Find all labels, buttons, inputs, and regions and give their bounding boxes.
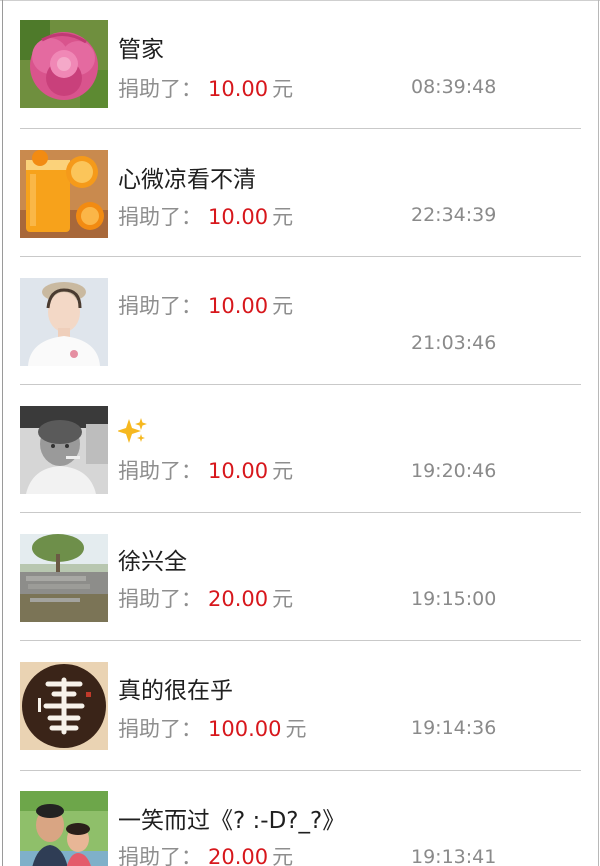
donation-item[interactable]: 心微凉看不清 捐助了： 10.00 元 22:34:39 bbox=[0, 130, 600, 258]
avatar-woman[interactable] bbox=[20, 278, 108, 366]
currency-unit: 元 bbox=[272, 587, 294, 611]
divider bbox=[20, 770, 581, 771]
donation-line: 捐助了： 10.00 元 bbox=[118, 73, 293, 103]
donation-label: 捐助了： bbox=[118, 845, 202, 866]
donation-item[interactable]: 捐助了： 10.00 元 19:20:46 bbox=[0, 386, 600, 514]
donation-line: 捐助了： 10.00 元 bbox=[118, 201, 293, 231]
avatar-orange-juice[interactable] bbox=[20, 150, 108, 238]
donation-line: 捐助了： 100.00 元 bbox=[118, 713, 306, 743]
donation-list-page: 管家 捐助了： 10.00 元 08:39:48 心微凉看不清 捐助了： 10.… bbox=[0, 0, 600, 866]
donor-name: 真的很在乎 bbox=[118, 678, 233, 704]
donation-amount: 100.00 bbox=[208, 717, 282, 741]
avatar-calligraphy[interactable] bbox=[20, 662, 108, 750]
avatar-bw-child[interactable] bbox=[20, 406, 108, 494]
avatar-couple[interactable] bbox=[20, 791, 108, 866]
currency-unit: 元 bbox=[272, 845, 294, 866]
donation-label: 捐助了： bbox=[118, 717, 202, 741]
donation-time: 19:20:46 bbox=[411, 460, 497, 482]
donation-time: 19:13:41 bbox=[411, 846, 497, 866]
donation-time: 21:03:46 bbox=[411, 332, 497, 354]
donation-time: 22:34:39 bbox=[411, 204, 497, 226]
donation-line: 捐助了： 20.00 元 bbox=[118, 583, 293, 613]
divider bbox=[20, 128, 581, 129]
donor-name: 徐兴全 bbox=[118, 549, 187, 575]
donation-label: 捐助了： bbox=[118, 587, 202, 611]
currency-unit: 元 bbox=[272, 459, 294, 483]
donation-line: 捐助了： 20.00 元 bbox=[118, 841, 293, 866]
sparkle-icon bbox=[117, 416, 148, 450]
donation-amount: 20.00 bbox=[208, 845, 269, 866]
donation-item[interactable]: 真的很在乎 捐助了： 100.00 元 19:14:36 bbox=[0, 642, 600, 771]
donation-line: 捐助了： 10.00 元 bbox=[118, 290, 293, 320]
currency-unit: 元 bbox=[272, 205, 294, 229]
donation-label: 捐助了： bbox=[118, 77, 202, 101]
donation-time: 19:15:00 bbox=[411, 588, 497, 610]
donation-item[interactable]: 一笑而过《? :-D?_?》 捐助了： 20.00 元 19:13:41 bbox=[0, 772, 600, 866]
donation-amount: 10.00 bbox=[208, 77, 269, 101]
donation-item[interactable]: 徐兴全 捐助了： 20.00 元 19:15:00 bbox=[0, 514, 600, 642]
donor-name: 一笑而过《? :-D?_?》 bbox=[118, 808, 346, 834]
divider bbox=[20, 640, 581, 641]
currency-unit: 元 bbox=[285, 717, 307, 741]
donation-label: 捐助了： bbox=[118, 459, 202, 483]
donation-time: 08:39:48 bbox=[411, 76, 497, 98]
donation-amount: 20.00 bbox=[208, 587, 269, 611]
donation-label: 捐助了： bbox=[118, 205, 202, 229]
donation-time: 19:14:36 bbox=[411, 717, 497, 739]
donation-amount: 10.00 bbox=[208, 459, 269, 483]
donation-item[interactable]: 管家 捐助了： 10.00 元 08:39:48 bbox=[0, 0, 600, 130]
donation-item[interactable]: 捐助了： 10.00 元 21:03:46 bbox=[0, 258, 600, 386]
currency-unit: 元 bbox=[272, 77, 294, 101]
donation-amount: 10.00 bbox=[208, 294, 269, 318]
donor-name: 管家 bbox=[118, 37, 164, 63]
avatar-peony[interactable] bbox=[20, 20, 108, 108]
donation-label: 捐助了： bbox=[118, 294, 202, 318]
currency-unit: 元 bbox=[272, 294, 294, 318]
donation-amount: 10.00 bbox=[208, 205, 269, 229]
donation-line: 捐助了： 10.00 元 bbox=[118, 455, 293, 485]
divider bbox=[20, 512, 581, 513]
divider bbox=[20, 384, 581, 385]
donor-name: 心微凉看不清 bbox=[118, 167, 256, 193]
divider bbox=[20, 256, 581, 257]
avatar-stone-slabs[interactable] bbox=[20, 534, 108, 622]
